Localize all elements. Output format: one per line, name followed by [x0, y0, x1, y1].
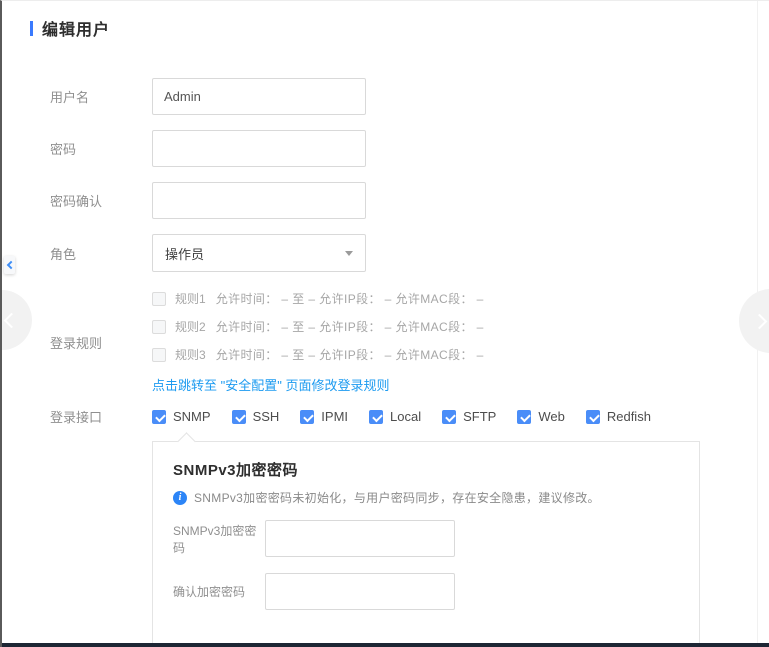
snmpv3-password-label: SNMPv3加密密码	[173, 522, 265, 556]
snmpv3-password-panel: SNMPv3加密密码 i SNMPv3加密密码未初始化，与用户密码同步，存在安全…	[152, 441, 700, 647]
page-header: 编辑用户	[2, 1, 769, 40]
edit-user-form: 用户名 密码 密码确认 角色 操作员 登录规则 规则1 允许时间：	[2, 78, 769, 647]
sidebar-collapse-toggle[interactable]	[4, 256, 15, 274]
panel-notch	[177, 432, 195, 450]
form-row-password: 密码	[50, 130, 769, 167]
check-icon	[155, 411, 166, 422]
snmpv3-password-confirm-input[interactable]	[265, 573, 455, 610]
redfish-checkbox[interactable]	[586, 410, 600, 424]
check-icon	[521, 411, 532, 422]
check-icon	[445, 411, 456, 422]
ssh-checkbox[interactable]	[232, 410, 246, 424]
info-circle-icon: i	[173, 491, 187, 505]
rule-detail: 允许时间： – 至 – 允许IP段： – 允许MAC段： –	[216, 346, 484, 363]
check-icon	[589, 411, 600, 422]
sftp-checkbox[interactable]	[442, 410, 456, 424]
form-row-snmpv3-password: SNMPv3加密密码	[173, 520, 679, 557]
caret-down-icon	[345, 251, 353, 256]
check-icon	[235, 411, 246, 422]
role-selected-value: 操作员	[165, 244, 204, 263]
form-row-login-interfaces: 登录接口 SNMP SSH IPMI Local	[50, 407, 769, 426]
login-rules-label: 登录规则	[50, 333, 152, 352]
title-accent-bar	[30, 21, 33, 36]
rule-detail: 允许时间： – 至 – 允许IP段： – 允许MAC段： –	[216, 290, 484, 307]
check-icon	[372, 411, 383, 422]
snmpv3-password-input[interactable]	[265, 520, 455, 557]
password-confirm-label: 密码确认	[50, 191, 152, 210]
interface-label: IPMI	[321, 409, 348, 424]
edit-user-page: 编辑用户 用户名 密码 密码确认 角色 操作员 登录规则	[0, 0, 769, 647]
form-row-snmpv3-password-confirm: 确认加密密码	[173, 573, 679, 610]
bottom-edge-bar	[2, 643, 769, 647]
interface-label: Web	[538, 409, 565, 424]
interface-label: SSH	[253, 409, 280, 424]
password-confirm-input[interactable]	[152, 182, 366, 219]
interface-option-ipmi: IPMI	[300, 409, 348, 424]
interface-label: Redfish	[607, 409, 651, 424]
snmpv3-notice: i SNMPv3加密密码未初始化，与用户密码同步，存在安全隐患，建议修改。	[173, 489, 679, 506]
form-row-password-confirm: 密码确认	[50, 182, 769, 219]
interface-option-ssh: SSH	[232, 409, 280, 424]
ipmi-checkbox[interactable]	[300, 410, 314, 424]
password-label: 密码	[50, 139, 152, 158]
role-label: 角色	[50, 244, 152, 263]
chevron-right-icon	[752, 314, 768, 330]
snmp-checkbox[interactable]	[152, 410, 166, 424]
username-input[interactable]	[152, 78, 366, 115]
page-title: 编辑用户	[42, 16, 110, 40]
interface-option-snmp: SNMP	[152, 409, 211, 424]
interface-label: SNMP	[173, 409, 211, 424]
rule3-checkbox[interactable]	[152, 348, 166, 362]
snmpv3-notice-text: SNMPv3加密密码未初始化，与用户密码同步，存在安全隐患，建议修改。	[194, 489, 600, 506]
form-row-username: 用户名	[50, 78, 769, 115]
interface-option-redfish: Redfish	[586, 409, 651, 424]
login-rule-3: 规则3 允许时间： – 至 – 允许IP段： – 允许MAC段： –	[152, 346, 484, 363]
username-label: 用户名	[50, 87, 152, 106]
snmpv3-panel-title: SNMPv3加密密码	[173, 459, 679, 480]
chevron-left-icon	[4, 313, 20, 329]
rule1-checkbox[interactable]	[152, 292, 166, 306]
interface-label: Local	[390, 409, 421, 424]
password-input[interactable]	[152, 130, 366, 167]
interface-option-web: Web	[517, 409, 565, 424]
local-checkbox[interactable]	[369, 410, 383, 424]
security-config-link[interactable]: 点击跳转至 "安全配置" 页面修改登录规则	[152, 375, 389, 394]
login-rule-2: 规则2 允许时间： – 至 – 允许IP段： – 允许MAC段： –	[152, 318, 484, 335]
login-rules-list: 规则1 允许时间： – 至 – 允许IP段： – 允许MAC段： – 规则2 允…	[152, 290, 484, 394]
check-icon	[303, 411, 314, 422]
login-interfaces-label: 登录接口	[50, 407, 152, 426]
interface-label: SFTP	[463, 409, 496, 424]
chevron-left-icon	[6, 261, 14, 269]
form-row-role: 角色 操作员	[50, 234, 769, 272]
form-row-login-rules: 登录规则 规则1 允许时间： – 至 – 允许IP段： – 允许MAC段： – …	[50, 290, 769, 394]
rule2-checkbox[interactable]	[152, 320, 166, 334]
web-checkbox[interactable]	[517, 410, 531, 424]
login-interfaces-list: SNMP SSH IPMI Local SFTP	[152, 409, 651, 424]
role-select[interactable]: 操作员	[152, 234, 366, 272]
interface-option-local: Local	[369, 409, 421, 424]
interface-option-sftp: SFTP	[442, 409, 496, 424]
login-rule-1: 规则1 允许时间： – 至 – 允许IP段： – 允许MAC段： –	[152, 290, 484, 307]
rule-detail: 允许时间： – 至 – 允许IP段： – 允许MAC段： –	[216, 318, 484, 335]
snmpv3-password-confirm-label: 确认加密密码	[173, 583, 265, 600]
rule-name: 规则2	[175, 318, 206, 335]
rule-name: 规则1	[175, 290, 206, 307]
rule-name: 规则3	[175, 346, 206, 363]
